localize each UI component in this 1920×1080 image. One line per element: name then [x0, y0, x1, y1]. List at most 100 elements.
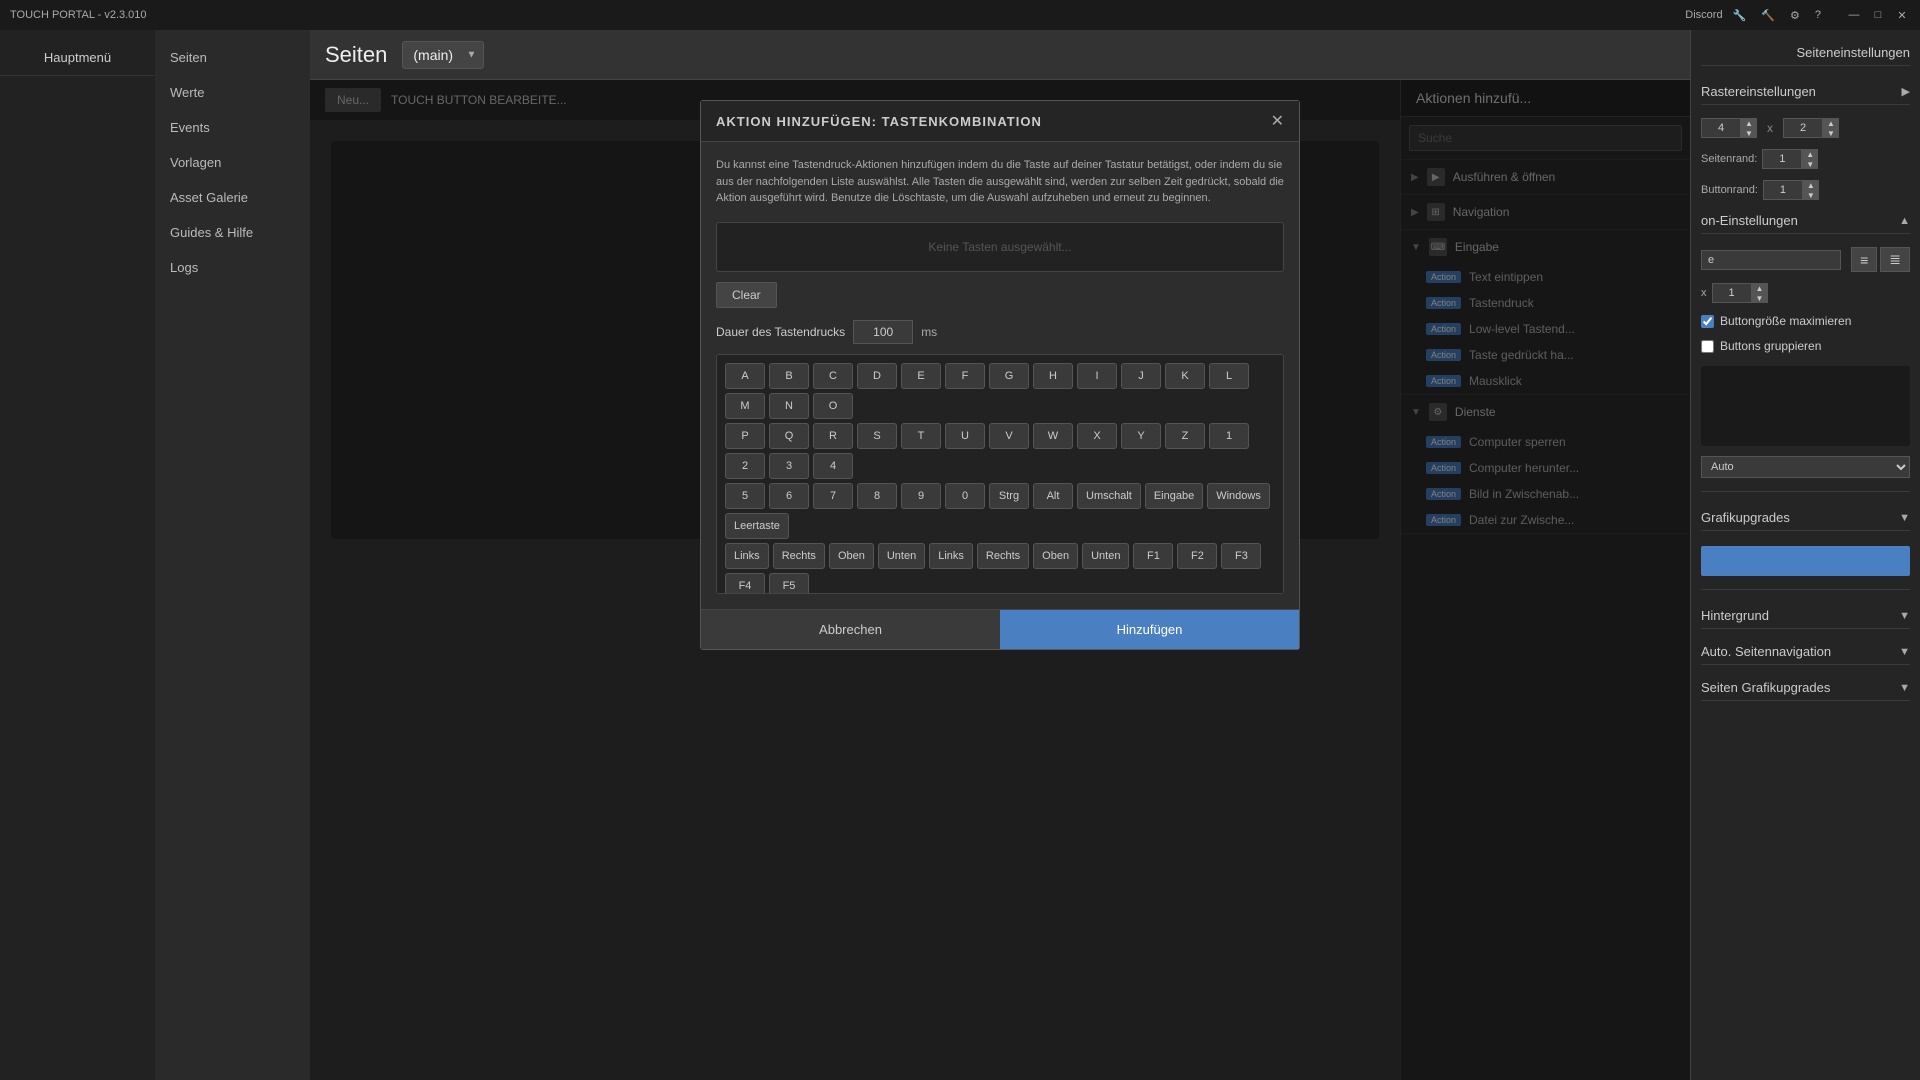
clear-button[interactable]: Clear [716, 282, 777, 308]
key-6[interactable]: 6 [769, 483, 809, 509]
ion-expand-icon[interactable]: ▲ [1899, 215, 1910, 227]
key-links2[interactable]: Links [929, 543, 973, 569]
raster-x-field[interactable] [1701, 118, 1741, 138]
hauptmenu-button[interactable]: Hauptmenü [0, 40, 155, 76]
duration-input[interactable] [853, 320, 913, 344]
wrench-icon[interactable]: 🔧 [1733, 9, 1747, 22]
grafikupgrades-expand-icon[interactable]: ▼ [1899, 512, 1910, 524]
ion-align-right[interactable]: ≣ [1880, 247, 1910, 272]
seiten-grafikupgrades-expand-icon[interactable]: ▼ [1899, 682, 1910, 694]
key-0[interactable]: 0 [945, 483, 985, 509]
key-8[interactable]: 8 [857, 483, 897, 509]
maximize-button[interactable]: □ [1870, 7, 1886, 23]
key-rechts1[interactable]: Rechts [773, 543, 825, 569]
auto-nav-expand-icon[interactable]: ▼ [1899, 646, 1910, 658]
raster-expand-icon[interactable]: ▶ [1902, 85, 1910, 98]
sidebar-item-guides[interactable]: Guides & Hilfe [155, 215, 310, 250]
key-H[interactable]: H [1033, 363, 1073, 389]
key-X[interactable]: X [1077, 423, 1117, 449]
key-C[interactable]: C [813, 363, 853, 389]
discord-label[interactable]: Discord [1685, 9, 1722, 21]
key-K[interactable]: K [1165, 363, 1205, 389]
raster-y-field[interactable] [1783, 118, 1823, 138]
sidebar-item-werte[interactable]: Werte [155, 75, 310, 110]
raster-y-up[interactable]: ▲ [1823, 118, 1839, 128]
key-P[interactable]: P [725, 423, 765, 449]
key-T[interactable]: T [901, 423, 941, 449]
key-V[interactable]: V [989, 423, 1029, 449]
key-F4[interactable]: F4 [725, 573, 765, 594]
key-links1[interactable]: Links [725, 543, 769, 569]
seitenrand-down[interactable]: ▼ [1802, 159, 1818, 169]
key-3[interactable]: 3 [769, 453, 809, 479]
key-F[interactable]: F [945, 363, 985, 389]
raster-y-down[interactable]: ▼ [1823, 128, 1839, 138]
buttonrand-up[interactable]: ▲ [1803, 180, 1819, 190]
key-windows[interactable]: Windows [1207, 483, 1270, 509]
auto-dropdown[interactable]: Auto [1701, 456, 1910, 478]
key-umschalt[interactable]: Umschalt [1077, 483, 1141, 509]
key-unten2[interactable]: Unten [1082, 543, 1129, 569]
buttonrand-field[interactable] [1763, 180, 1803, 200]
key-L[interactable]: L [1209, 363, 1249, 389]
key-strg[interactable]: Strg [989, 483, 1029, 509]
ion-x-up[interactable]: ▲ [1752, 283, 1768, 293]
key-E[interactable]: E [901, 363, 941, 389]
sidebar-item-vorlagen[interactable]: Vorlagen [155, 145, 310, 180]
key-S[interactable]: S [857, 423, 897, 449]
key-W[interactable]: W [1033, 423, 1073, 449]
minimize-button[interactable]: — [1846, 7, 1862, 23]
key-rechts2[interactable]: Rechts [977, 543, 1029, 569]
key-7[interactable]: 7 [813, 483, 853, 509]
raster-x-down[interactable]: ▼ [1741, 128, 1757, 138]
ion-x-down[interactable]: ▼ [1752, 293, 1768, 303]
key-F5[interactable]: F5 [769, 573, 809, 594]
key-4[interactable]: 4 [813, 453, 853, 479]
key-Y[interactable]: Y [1121, 423, 1161, 449]
buttons-gruppieren-checkbox[interactable] [1701, 340, 1714, 353]
key-F1[interactable]: F1 [1133, 543, 1173, 569]
gear-icon[interactable]: ⚙ [1790, 9, 1800, 22]
close-button[interactable]: ✕ [1894, 7, 1910, 23]
question-icon[interactable]: ? [1815, 9, 1821, 21]
key-F3[interactable]: F3 [1221, 543, 1261, 569]
ion-align-center[interactable]: ≡ [1851, 247, 1877, 272]
grafikupgrades-bar[interactable] [1701, 546, 1910, 576]
modal-close-button[interactable]: ✕ [1271, 111, 1284, 131]
key-M[interactable]: M [725, 393, 765, 419]
key-D[interactable]: D [857, 363, 897, 389]
key-G[interactable]: G [989, 363, 1029, 389]
key-B[interactable]: B [769, 363, 809, 389]
key-alt[interactable]: Alt [1033, 483, 1073, 509]
key-oben2[interactable]: Oben [1033, 543, 1078, 569]
seitenrand-up[interactable]: ▲ [1802, 149, 1818, 159]
cancel-button[interactable]: Abbrechen [701, 610, 1000, 649]
key-1[interactable]: 1 [1209, 423, 1249, 449]
key-I[interactable]: I [1077, 363, 1117, 389]
hammer-icon[interactable]: 🔨 [1761, 9, 1775, 22]
key-5[interactable]: 5 [725, 483, 765, 509]
buttonrand-down[interactable]: ▼ [1803, 190, 1819, 200]
key-O[interactable]: O [813, 393, 853, 419]
seitenrand-field[interactable] [1762, 149, 1802, 169]
sidebar-item-logs[interactable]: Logs [155, 250, 310, 285]
key-oben1[interactable]: Oben [829, 543, 874, 569]
key-2[interactable]: 2 [725, 453, 765, 479]
sidebar-item-seiten[interactable]: Seiten [155, 40, 310, 75]
sidebar-item-events[interactable]: Events [155, 110, 310, 145]
key-leertaste[interactable]: Leertaste [725, 513, 789, 539]
key-unten1[interactable]: Unten [878, 543, 925, 569]
ion-x-field[interactable] [1712, 283, 1752, 303]
hintergrund-expand-icon[interactable]: ▼ [1899, 610, 1910, 622]
key-J[interactable]: J [1121, 363, 1161, 389]
key-R[interactable]: R [813, 423, 853, 449]
key-eingabe[interactable]: Eingabe [1145, 483, 1203, 509]
raster-x-up[interactable]: ▲ [1741, 118, 1757, 128]
confirm-button[interactable]: Hinzufügen [1000, 610, 1299, 649]
key-9[interactable]: 9 [901, 483, 941, 509]
key-F2[interactable]: F2 [1177, 543, 1217, 569]
key-U[interactable]: U [945, 423, 985, 449]
key-A[interactable]: A [725, 363, 765, 389]
key-N[interactable]: N [769, 393, 809, 419]
buttongroesse-checkbox[interactable] [1701, 315, 1714, 328]
